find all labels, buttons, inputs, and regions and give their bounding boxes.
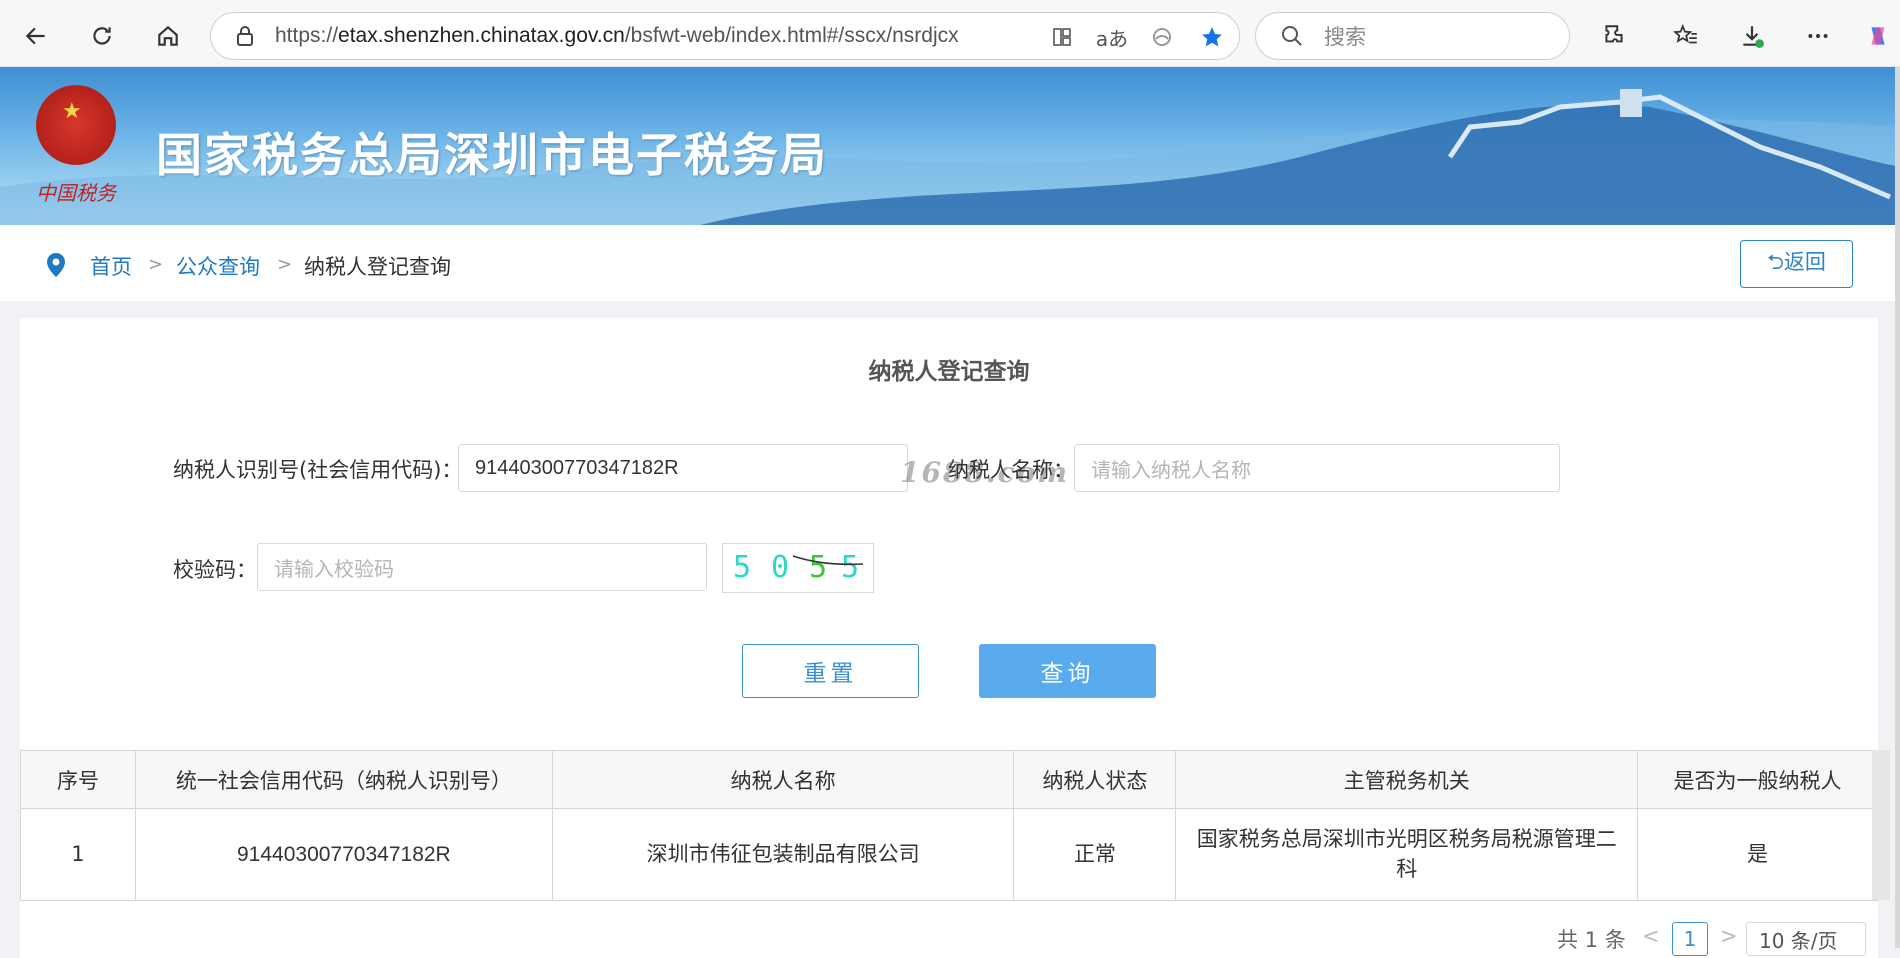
taxpayer-name-input[interactable]: 请输入纳税人名称 [1074, 444, 1560, 492]
page-size-select[interactable]: 10 条/页 [1746, 922, 1866, 956]
column-header: 主管税务机关 [1175, 750, 1639, 809]
site-banner: ★ 中国税务 国家税务总局深圳市电子税务局 [0, 67, 1900, 225]
home-icon[interactable] [146, 14, 190, 58]
breadcrumb-public-query-link[interactable]: 公众查询 [176, 251, 260, 281]
refresh-icon[interactable] [80, 14, 124, 58]
downloads-icon[interactable] [1730, 14, 1774, 58]
apps-icon[interactable] [1045, 21, 1079, 53]
column-header: 纳税人名称 [551, 750, 1015, 809]
pagination-total: 共 1 条 [1557, 928, 1626, 952]
reset-button[interactable]: 重置 [742, 644, 919, 698]
column-header: 序号 [20, 750, 136, 809]
back-arrow-icon[interactable] [14, 14, 58, 58]
breadcrumb-separator: > [148, 254, 164, 275]
table-header-row: 序号 统一社会信用代码（纳税人识别号） 纳税人名称 纳税人状态 主管税务机关 是… [20, 750, 1878, 809]
tax-emblem-logo: ★ 中国税务 [30, 85, 122, 205]
browser-toolbar: https://etax.shenzhen.chinatax.gov.cn/bs… [0, 0, 1900, 67]
breadcrumb-separator: > [277, 254, 293, 275]
breadcrumb: 首页 > 公众查询 > 纳税人登记查询 ⮌返回 [0, 225, 1900, 301]
browser-search-box[interactable]: 搜索 [1255, 12, 1570, 60]
pagination-next[interactable]: > [1720, 924, 1738, 948]
form-title: 纳税人登记查询 [868, 359, 1030, 385]
query-card: 纳税人登记查询 纳税人识别号(社会信用代码)： 9144030077034718… [20, 318, 1890, 958]
captcha-noise-line [792, 555, 864, 566]
verify-code-label: 校验码： [173, 558, 257, 582]
cell-status: 正常 [1013, 808, 1177, 901]
cell-tax-authority: 国家税务总局深圳市光明区税务局税源管理二科 [1175, 808, 1639, 901]
table-scrollbar[interactable] [1872, 750, 1890, 900]
query-button[interactable]: 查询 [979, 644, 1156, 698]
emblem-motto: 中国税务 [36, 181, 116, 205]
taxpayer-id-label: 纳税人识别号(社会信用代码)： [173, 458, 463, 482]
captcha-image[interactable]: 5 0 5 5 [722, 543, 874, 593]
copilot-icon[interactable] [1856, 14, 1900, 58]
pagination-current-page[interactable]: 1 [1672, 922, 1708, 956]
taxpayer-name-label: 纳税人名称： [948, 458, 1074, 482]
breadcrumb-current: 纳税人登记查询 [304, 255, 451, 279]
url-text[interactable]: https://etax.shenzhen.chinatax.gov.cn/bs… [275, 24, 959, 48]
back-button[interactable]: ⮌返回 [1740, 240, 1853, 288]
lock-icon[interactable] [235, 25, 255, 47]
read-aloud-icon[interactable]: aあ [1095, 21, 1129, 53]
cell-taxpayer-name: 深圳市伟征包装制品有限公司 [551, 808, 1015, 901]
address-bar[interactable]: https://etax.shenzhen.chinatax.gov.cn/bs… [210, 12, 1240, 60]
column-header: 统一社会信用代码（纳税人识别号） [134, 750, 553, 809]
search-icon [1282, 26, 1302, 46]
location-pin-icon [47, 253, 65, 277]
pagination-prev[interactable]: < [1642, 924, 1660, 948]
taxpayer-id-input[interactable]: 91440300770347182R [458, 444, 908, 492]
verify-code-input[interactable]: 请输入校验码 [257, 543, 707, 591]
favorites-list-icon[interactable] [1664, 14, 1708, 58]
breadcrumb-home-link[interactable]: 首页 [90, 251, 132, 281]
extensions-icon[interactable] [1592, 14, 1636, 58]
results-table: 序号 统一社会信用代码（纳税人识别号） 纳税人名称 纳税人状态 主管税务机关 是… [20, 750, 1878, 901]
column-header: 是否为一般纳税人 [1637, 750, 1878, 809]
site-title: 国家税务总局深圳市电子税务局 [156, 128, 828, 182]
cell-credit-code: 91440300770347182R [134, 808, 553, 901]
edge-sync-icon[interactable] [1145, 21, 1179, 53]
column-header: 纳税人状态 [1013, 750, 1177, 809]
search-placeholder: 搜索 [1324, 25, 1366, 49]
page-scrollbar[interactable] [1895, 67, 1900, 948]
favorite-star-icon[interactable] [1195, 21, 1229, 53]
cell-index: 1 [20, 808, 136, 901]
table-row: 1 91440300770347182R 深圳市伟征包装制品有限公司 正常 国家… [20, 808, 1878, 901]
more-menu-icon[interactable] [1796, 14, 1840, 58]
cell-general-taxpayer: 是 [1637, 808, 1878, 901]
